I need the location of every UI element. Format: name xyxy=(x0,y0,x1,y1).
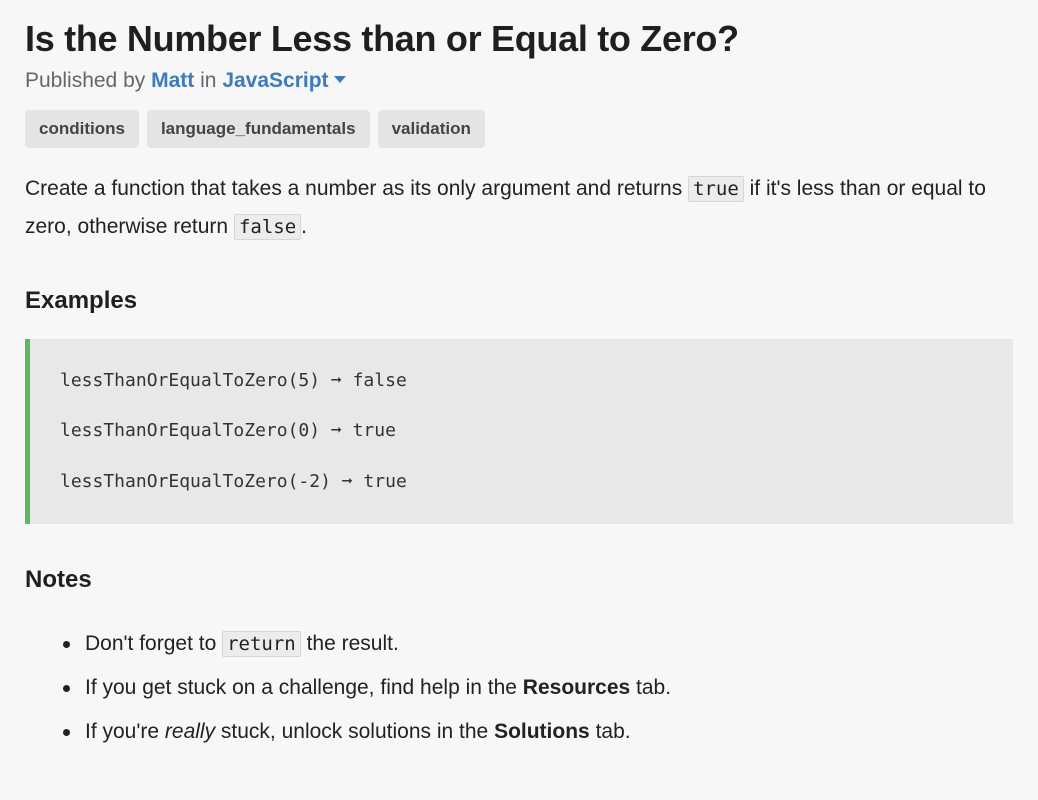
note-text: If you get stuck on a challenge, find he… xyxy=(85,676,523,699)
tag-validation[interactable]: validation xyxy=(377,110,485,148)
note-text: Don't forget to xyxy=(85,632,223,655)
note-text: stuck, unlock solutions in the xyxy=(215,720,495,743)
notes-list: Don't forget to return the result. If yo… xyxy=(25,622,1015,754)
note-item: If you get stuck on a challenge, find he… xyxy=(25,666,1015,710)
emphasis-text: really xyxy=(164,720,216,743)
tag-conditions[interactable]: conditions xyxy=(25,110,139,148)
solutions-tab-reference: Solutions xyxy=(494,720,590,743)
note-item: If you're really stuck, unlock solutions… xyxy=(25,710,1015,754)
published-by-label: Published by xyxy=(25,69,146,92)
caret-down-icon xyxy=(333,75,346,83)
challenge-description: Create a function that takes a number as… xyxy=(25,170,1015,246)
note-text: the result. xyxy=(300,632,399,655)
description-text: Create a function that takes a number as… xyxy=(25,177,689,200)
note-text: tab. xyxy=(630,676,672,699)
example-line: lessThanOrEqualToZero(0) ➞ true xyxy=(60,420,396,441)
in-label: in xyxy=(200,69,217,92)
byline: Published by Matt in JavaScript xyxy=(25,69,346,93)
author-link[interactable]: Matt xyxy=(151,69,194,92)
language-label: JavaScript xyxy=(222,69,329,92)
example-line: lessThanOrEqualToZero(-2) ➞ true xyxy=(60,471,407,492)
language-dropdown[interactable]: JavaScript xyxy=(222,69,346,92)
examples-heading: Examples xyxy=(25,287,138,314)
inline-code-true: true xyxy=(688,176,744,202)
inline-code-false: false xyxy=(233,214,302,240)
tag-list: conditions language_fundamentals validat… xyxy=(25,110,485,148)
tag-language-fundamentals[interactable]: language_fundamentals xyxy=(146,110,370,148)
example-line: lessThanOrEqualToZero(5) ➞ false xyxy=(60,370,407,391)
note-item: Don't forget to return the result. xyxy=(25,622,1015,666)
note-text: tab. xyxy=(589,720,631,743)
inline-code-return: return xyxy=(222,631,301,657)
examples-code-block: lessThanOrEqualToZero(5) ➞ false lessTha… xyxy=(25,339,1013,524)
notes-heading: Notes xyxy=(25,566,92,593)
description-text: . xyxy=(301,215,307,238)
page-title: Is the Number Less than or Equal to Zero… xyxy=(25,18,739,59)
note-text: If you're xyxy=(85,720,165,743)
resources-tab-reference: Resources xyxy=(522,676,631,699)
